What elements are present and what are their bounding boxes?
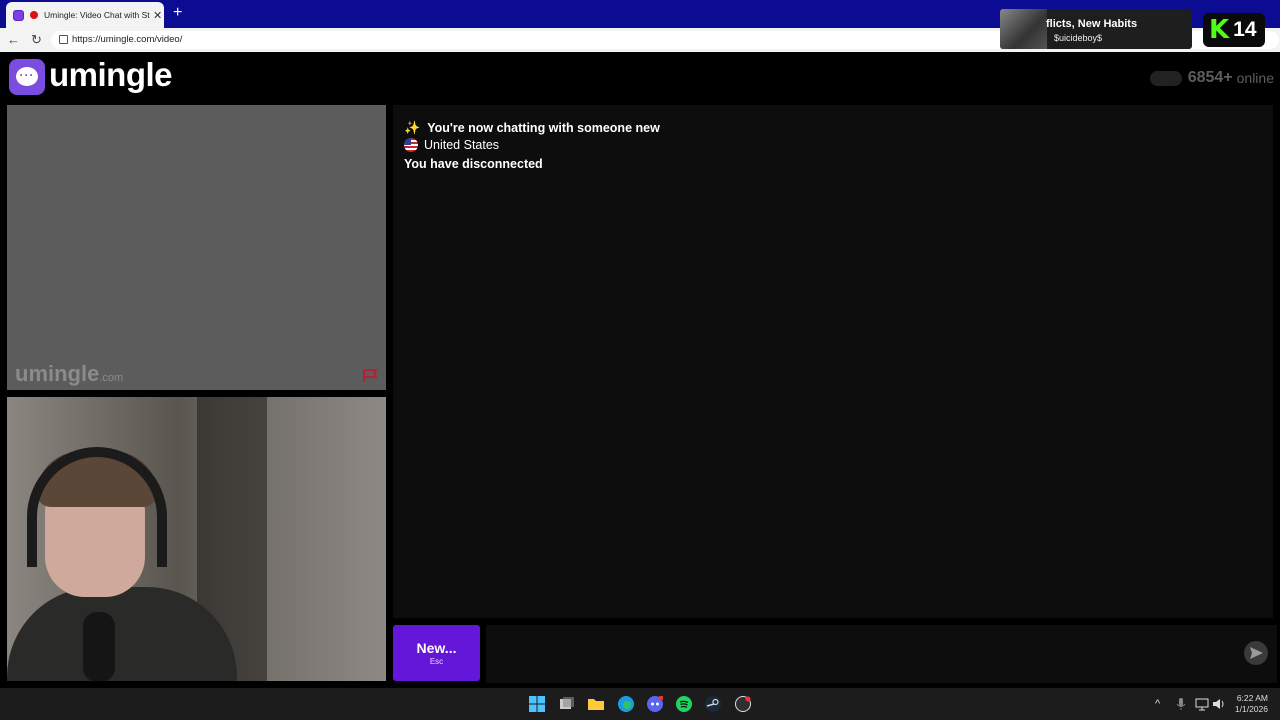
clock-time: 6:22 AM bbox=[1236, 693, 1268, 703]
windows-taskbar: ^ 6:22 AM 1/1/2026 bbox=[0, 688, 1280, 720]
online-counter: 6854+ online bbox=[1149, 69, 1274, 87]
site-favicon-icon bbox=[13, 9, 24, 21]
album-art bbox=[1000, 9, 1047, 49]
tab-close-icon[interactable]: ✕ bbox=[153, 9, 162, 22]
spotify-icon[interactable] bbox=[676, 696, 692, 712]
viewer-count: 14 bbox=[1233, 18, 1257, 41]
network-icon[interactable] bbox=[1195, 697, 1209, 711]
us-flag-icon bbox=[404, 138, 418, 152]
site-logo[interactable]: umingle bbox=[49, 56, 173, 94]
obs-icon[interactable] bbox=[735, 696, 751, 712]
lock-icon bbox=[59, 35, 68, 44]
reload-button[interactable]: ↻ bbox=[31, 32, 42, 48]
kick-viewer-widget: K 14 bbox=[1203, 13, 1265, 47]
online-label: online bbox=[1236, 70, 1274, 86]
task-view-icon[interactable] bbox=[559, 696, 575, 712]
new-chat-button[interactable]: New... Esc bbox=[393, 625, 480, 681]
report-flag-icon[interactable] bbox=[362, 369, 378, 382]
back-button[interactable]: ← bbox=[7, 32, 20, 47]
microphone-icon[interactable] bbox=[1175, 697, 1187, 711]
send-icon bbox=[1250, 647, 1263, 659]
kick-logo-icon: K bbox=[1209, 15, 1230, 45]
edge-icon[interactable] bbox=[618, 696, 634, 712]
discord-icon[interactable] bbox=[647, 696, 663, 712]
taskbar-clock[interactable]: 6:22 AM 1/1/2026 bbox=[1235, 693, 1268, 715]
chat-message-input[interactable] bbox=[486, 625, 1277, 683]
now-playing-overlay: flicts, New Habits $uicideboy$ bbox=[1000, 9, 1192, 49]
chat-message: ✨ You're now chatting with someone new bbox=[404, 120, 660, 135]
chat-message: You have disconnected bbox=[404, 157, 543, 171]
url-text: https://umingle.com/video/ bbox=[72, 34, 183, 45]
steam-icon[interactable] bbox=[705, 696, 721, 712]
umingle-logo-icon[interactable]: ··· bbox=[9, 59, 45, 95]
new-button-hint: Esc bbox=[429, 657, 444, 666]
browser-tab[interactable]: Umingle: Video Chat with Stra ✕ bbox=[6, 2, 164, 28]
volume-icon[interactable] bbox=[1212, 697, 1226, 711]
new-tab-button[interactable]: + bbox=[173, 4, 182, 22]
chat-message: United States bbox=[404, 138, 499, 152]
song-artist: $uicideboy$ bbox=[1054, 33, 1103, 43]
clock-date: 1/1/2026 bbox=[1234, 704, 1268, 714]
new-button-label: New... bbox=[416, 640, 457, 656]
file-explorer-icon[interactable] bbox=[588, 696, 604, 712]
chat-log: ✨ You're now chatting with someone new U… bbox=[393, 105, 1273, 618]
theme-toggle[interactable] bbox=[1149, 70, 1182, 86]
start-icon[interactable] bbox=[529, 696, 545, 712]
send-button[interactable] bbox=[1244, 641, 1268, 665]
microphone bbox=[83, 612, 115, 681]
sparkles-icon: ✨ bbox=[404, 120, 421, 135]
video-watermark: umingle.com bbox=[15, 361, 124, 386]
tray-chevron-up-icon[interactable]: ^ bbox=[1155, 698, 1160, 710]
song-title: flicts, New Habits bbox=[1046, 18, 1138, 30]
tab-title: Umingle: Video Chat with Stra bbox=[44, 10, 150, 20]
stranger-video: umingle.com bbox=[7, 105, 386, 390]
self-video bbox=[7, 397, 386, 681]
online-count: 6854+ bbox=[1187, 69, 1233, 86]
recording-indicator-icon bbox=[30, 11, 38, 19]
